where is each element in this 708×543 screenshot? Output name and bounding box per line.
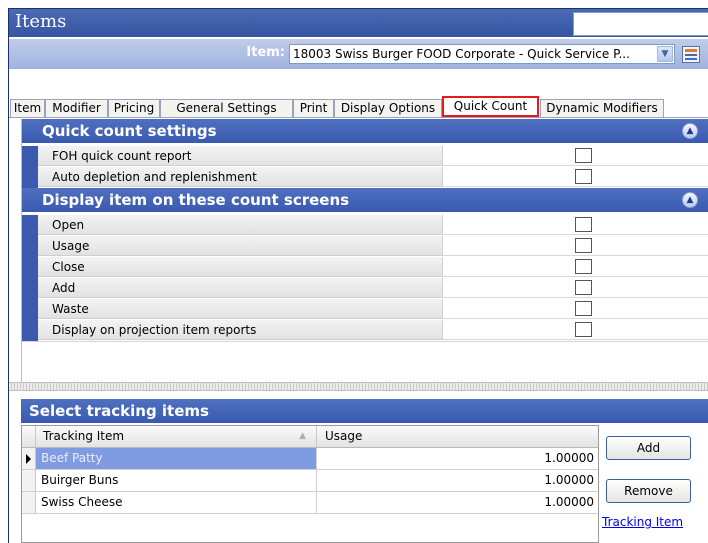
row-selector xyxy=(22,470,36,492)
title-search-box[interactable] xyxy=(573,12,708,36)
tab-print[interactable]: Print xyxy=(293,99,334,118)
panel-splitter[interactable] xyxy=(9,382,708,391)
table-row[interactable]: Swiss Cheese 1.00000 xyxy=(22,492,598,514)
tab-display-options[interactable]: Display Options xyxy=(334,99,442,118)
tab-modifier[interactable]: Modifier xyxy=(45,99,108,118)
tab-item[interactable]: Item xyxy=(10,99,45,118)
item-selector-bar: Item: 18003 Swiss Burger FOOD Corporate … xyxy=(9,39,708,69)
usage-checkbox[interactable] xyxy=(575,238,592,253)
sort-ascending-icon: ▲ xyxy=(299,431,306,441)
tracking-items-grid: Tracking Item ▲ Usage Beef Patty 1.00000… xyxy=(21,425,599,543)
count-screens-header: Display item on these count screens ▲ xyxy=(22,188,708,212)
tracking-item-cell[interactable]: Beef Patty xyxy=(36,448,317,470)
tab-quick-count[interactable]: Quick Count xyxy=(442,96,539,117)
setting-row-usage: Usage xyxy=(22,236,708,257)
add-checkbox[interactable] xyxy=(575,280,592,295)
auto-depletion-checkbox[interactable] xyxy=(575,169,592,184)
projection-reports-checkbox[interactable] xyxy=(575,322,592,337)
items-window: Items Item: 18003 Swiss Burger FOOD Corp… xyxy=(8,8,708,543)
tab-strip: Item Modifier Pricing General Settings P… xyxy=(9,69,708,118)
setting-row-close: Close xyxy=(22,257,708,278)
usage-column-header[interactable]: Usage xyxy=(317,426,598,448)
setting-label: Auto depletion and replenishment xyxy=(38,167,442,187)
usage-cell[interactable]: 1.00000 xyxy=(317,448,598,470)
open-checkbox[interactable] xyxy=(575,217,592,232)
window-title: Items xyxy=(15,11,67,32)
group-title: Quick count settings xyxy=(42,122,217,140)
setting-row-open: Open xyxy=(22,215,708,236)
setting-label: FOH quick count report xyxy=(38,146,442,166)
tracking-item-link[interactable]: Tracking Item xyxy=(602,515,683,529)
group-title: Display item on these count screens xyxy=(42,191,350,209)
calculator-icon[interactable] xyxy=(682,46,700,63)
tab-divider xyxy=(9,117,708,118)
item-select[interactable]: 18003 Swiss Burger FOOD Corporate - Quic… xyxy=(289,44,675,64)
item-select-value: 18003 Swiss Burger FOOD Corporate - Quic… xyxy=(293,47,630,61)
usage-cell[interactable]: 1.00000 xyxy=(317,470,598,492)
tracking-item-cell[interactable]: Swiss Cheese xyxy=(36,492,317,514)
chevron-down-icon[interactable]: ▼ xyxy=(657,46,673,62)
tab-dynamic-modifiers[interactable]: Dynamic Modifiers xyxy=(540,99,664,118)
tracking-item-column-header[interactable]: Tracking Item ▲ xyxy=(36,426,317,448)
close-checkbox[interactable] xyxy=(575,259,592,274)
table-row[interactable]: Beef Patty 1.00000 xyxy=(22,448,598,470)
tab-general-settings[interactable]: General Settings xyxy=(160,99,293,118)
table-row[interactable]: Buirger Buns 1.00000 xyxy=(22,470,598,492)
setting-label: Usage xyxy=(38,236,442,256)
settings-panel: Quick count settings ▲ FOH quick count r… xyxy=(21,119,708,382)
setting-row-add: Add xyxy=(22,278,708,299)
add-button[interactable]: Add xyxy=(606,436,691,460)
quick-count-settings-header: Quick count settings ▲ xyxy=(22,119,708,143)
setting-label: Close xyxy=(38,257,442,277)
setting-row-waste: Waste xyxy=(22,299,708,320)
setting-row-auto-depletion: Auto depletion and replenishment xyxy=(22,167,708,188)
waste-checkbox[interactable] xyxy=(575,301,592,316)
setting-label: Open xyxy=(38,215,442,235)
setting-label: Waste xyxy=(38,299,442,319)
setting-label: Add xyxy=(38,278,442,298)
title-bar: Items xyxy=(9,9,708,37)
remove-button[interactable]: Remove xyxy=(606,479,691,503)
column-label: Tracking Item xyxy=(43,429,125,443)
usage-cell[interactable]: 1.00000 xyxy=(317,492,598,514)
group-title: Select tracking items xyxy=(29,402,209,420)
foh-quick-count-checkbox[interactable] xyxy=(575,148,592,163)
row-selector xyxy=(22,492,36,514)
row-selector-header xyxy=(22,426,36,448)
double-chevron-up-icon[interactable]: ▲ xyxy=(682,192,698,208)
column-label: Usage xyxy=(325,429,363,443)
tab-pricing[interactable]: Pricing xyxy=(108,99,160,118)
tracking-item-cell[interactable]: Buirger Buns xyxy=(36,470,317,492)
setting-row-projection-reports: Display on projection item reports xyxy=(22,320,708,341)
setting-row-foh-quick-count: FOH quick count report xyxy=(22,146,708,167)
double-chevron-up-icon[interactable]: ▲ xyxy=(682,123,698,139)
setting-label: Display on projection item reports xyxy=(38,320,442,340)
tracking-items-header: Select tracking items xyxy=(21,399,708,423)
item-label: Item: xyxy=(246,45,285,60)
current-row-arrow-icon xyxy=(22,448,36,470)
panel-empty-area xyxy=(22,341,708,382)
